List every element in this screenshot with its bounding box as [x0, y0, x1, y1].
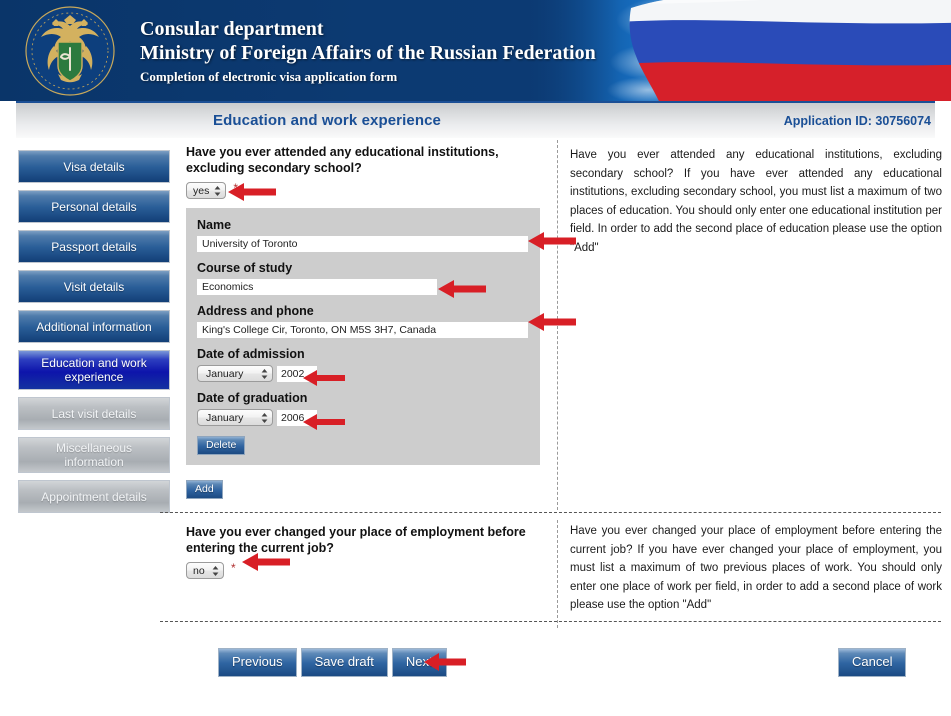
sidebar-item-miscellaneous-information: Miscellaneous information [18, 437, 170, 473]
annotation-arrow-course-field [438, 279, 486, 304]
site-banner: Consular department Ministry of Foreign … [0, 0, 951, 101]
question2-required-asterisk: * [231, 561, 236, 575]
employment-changed-value: no [193, 564, 205, 577]
section-divider-1 [160, 512, 941, 513]
banner-line-2: Ministry of Foreign Affairs of the Russi… [140, 42, 596, 64]
section-divider-2 [160, 621, 941, 622]
vertical-divider-bottom [557, 520, 558, 628]
page-header-bar: Education and work experience Applicatio… [16, 101, 935, 138]
banner-line-1: Consular department [140, 18, 324, 40]
education-course-label: Course of study [197, 261, 293, 275]
page-body: Visa details Personal details Passport d… [0, 138, 951, 716]
education-admission-month-value: January [206, 367, 244, 380]
question2-answer-row: no * [186, 562, 536, 579]
page-title: Education and work experience [213, 112, 441, 129]
education-admission-row: January [197, 365, 529, 382]
education-attended-value: yes [193, 184, 210, 197]
employment-changed-select[interactable]: no [186, 562, 224, 579]
annotation-arrow-next-button [424, 652, 466, 677]
annotation-arrow-address-field [528, 312, 576, 337]
select-stepper-arrows-icon [261, 412, 268, 423]
sidebar-item-passport-details[interactable]: Passport details [18, 230, 170, 263]
save-draft-button[interactable]: Save draft [300, 648, 388, 677]
annotation-arrow-education-select [228, 182, 276, 207]
sidebar-item-personal-details[interactable]: Personal details [18, 190, 170, 223]
question1-help-text: Have you ever attended any educational i… [570, 149, 942, 254]
education-graduation-month-value: January [206, 411, 244, 424]
question2-label: Have you ever changed your place of empl… [186, 525, 526, 555]
sidebar-item-appointment-details: Appointment details [18, 480, 170, 513]
russian-flag-graphic [611, 0, 951, 101]
select-stepper-arrows-icon [261, 368, 268, 379]
question2-help-text: Have you ever changed your place of empl… [570, 525, 942, 611]
add-education-button[interactable]: Add [186, 480, 223, 499]
education-graduation-row: January [197, 409, 529, 426]
education-admission-label: Date of admission [197, 347, 305, 361]
education-address-label: Address and phone [197, 304, 314, 318]
select-stepper-arrows-icon [214, 185, 221, 196]
employment-question-column: Have you ever changed your place of empl… [186, 524, 536, 588]
navigation-button-group: Previous Save draft Next [218, 648, 447, 677]
annotation-arrow-name-field [528, 231, 576, 256]
education-admission-month-select[interactable]: January [197, 365, 273, 382]
russian-mfa-emblem-icon [24, 6, 116, 96]
education-graduation-label: Date of graduation [197, 391, 308, 405]
sidebar-item-education-and-work-experience[interactable]: Education and work experience [18, 350, 170, 390]
sidebar-item-visa-details[interactable]: Visa details [18, 150, 170, 183]
annotation-arrow-employment-select [242, 552, 290, 577]
question1-label: Have you ever attended any educational i… [186, 145, 499, 175]
form-action-bar: Previous Save draft Next Cancel [0, 648, 951, 698]
annotation-arrow-admission-date [303, 369, 345, 392]
education-course-input[interactable] [197, 279, 437, 295]
banner-line-3: Completion of electronic visa applicatio… [140, 69, 398, 84]
education-name-input[interactable] [197, 236, 528, 252]
sidebar-item-additional-information[interactable]: Additional information [18, 310, 170, 343]
banner-titles: Consular department Ministry of Foreign … [140, 17, 596, 86]
annotation-arrow-graduation-date [303, 413, 345, 436]
sidebar-item-visit-details[interactable]: Visit details [18, 270, 170, 303]
delete-education-button[interactable]: Delete [197, 436, 246, 455]
education-graduation-month-select[interactable]: January [197, 409, 273, 426]
add-education-row: Add [186, 479, 536, 499]
sidebar-item-last-visit-details: Last visit details [18, 397, 170, 430]
cancel-button[interactable]: Cancel [838, 648, 907, 677]
cancel-button-wrap: Cancel [838, 648, 907, 677]
education-address-input[interactable] [197, 322, 528, 338]
education-entry-block: Name Course of study Address and phone D… [186, 208, 540, 465]
select-stepper-arrows-icon [212, 565, 219, 576]
education-name-label: Name [197, 218, 232, 232]
education-attended-select[interactable]: yes [186, 182, 227, 199]
section-navigation-sidebar: Visa details Personal details Passport d… [18, 150, 170, 520]
application-id-label: Application ID: 30756074 [783, 114, 931, 128]
previous-button[interactable]: Previous [218, 648, 297, 677]
